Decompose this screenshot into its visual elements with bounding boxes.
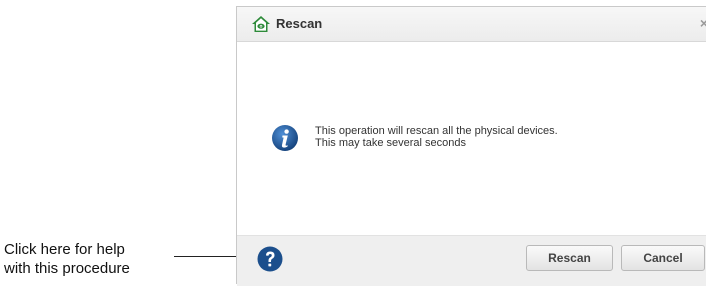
rescan-dialog: Rescan × This operation will rescan all … — [236, 6, 706, 286]
dialog-footer: Rescan Cancel — [237, 235, 706, 286]
dialog-title: Rescan — [276, 16, 323, 31]
cancel-button[interactable]: Cancel — [621, 245, 705, 271]
callout-line-2: with this procedure — [4, 260, 130, 277]
dialog-message: This operation will rescan all the physi… — [315, 125, 558, 149]
help-callout-text: Click here for help with this procedure — [4, 240, 130, 278]
home-eye-icon — [252, 16, 270, 32]
callout-leader-line — [174, 256, 238, 257]
dialog-body: This operation will rescan all the physi… — [237, 42, 706, 235]
rescan-button[interactable]: Rescan — [526, 245, 613, 271]
info-icon — [272, 125, 298, 151]
help-icon[interactable] — [257, 246, 283, 272]
close-icon[interactable]: × — [700, 15, 706, 31]
callout-line-1: Click here for help — [4, 241, 125, 258]
dialog-titlebar: Rescan × — [237, 7, 706, 42]
message-line-2: This may take several seconds — [315, 137, 467, 149]
message-line-1: This operation will rescan all the physi… — [315, 125, 558, 137]
